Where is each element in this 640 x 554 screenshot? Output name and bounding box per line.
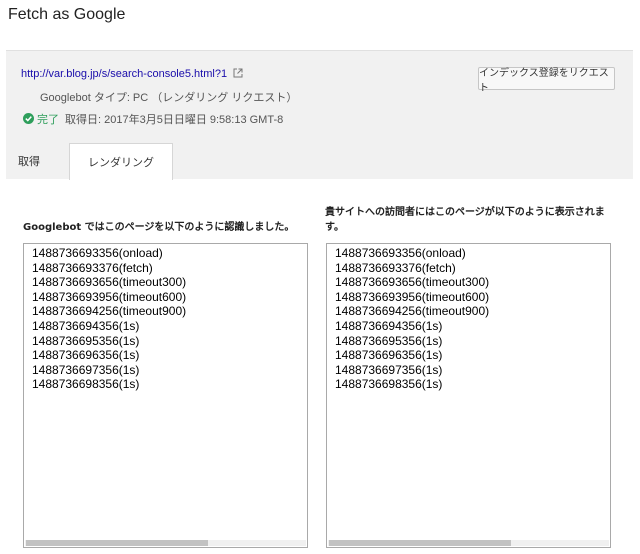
log-line: 1488736697356(1s) <box>32 362 140 377</box>
googlebot-log-list: 1488736693356(onload) 1488736693376(fetc… <box>32 246 186 392</box>
log-line: 1488736698356(1s) <box>335 377 443 392</box>
tab-rendering[interactable]: レンダリング <box>69 143 173 180</box>
log-line: 1488736697356(1s) <box>335 362 443 377</box>
log-line: 1488736693956(timeout600) <box>32 289 187 304</box>
fetched-date: 取得日: 2017年3月5日日曜日 9:58:13 GMT-8 <box>65 114 284 126</box>
log-line: 1488736696356(1s) <box>335 348 443 363</box>
scrollbar-thumb[interactable] <box>329 540 511 546</box>
log-line: 1488736695356(1s) <box>335 333 443 348</box>
external-link-icon[interactable] <box>233 68 243 78</box>
log-line: 1488736693656(timeout300) <box>32 275 187 290</box>
log-line: 1488736694256(timeout900) <box>32 304 187 319</box>
visitor-render-frame[interactable]: 1488736693356(onload) 1488736693376(fetc… <box>326 243 611 548</box>
status-label: 完了 <box>37 114 59 126</box>
scrollbar-thumb[interactable] <box>26 540 208 546</box>
log-line: 1488736693956(timeout600) <box>335 289 490 304</box>
check-circle-icon <box>23 113 34 124</box>
log-line: 1488736695356(1s) <box>32 333 140 348</box>
log-line: 1488736694256(timeout900) <box>335 304 490 319</box>
visitor-log-list: 1488736693356(onload) 1488736693376(fetc… <box>335 246 489 392</box>
fetched-url-link[interactable]: http://var.blog.jp/s/search-console5.htm… <box>21 68 227 80</box>
visitor-view-heading: 貴サイトへの訪問者にはこのページが以下のように表示されます。 <box>325 207 605 233</box>
log-line: 1488736693376(fetch) <box>335 260 456 275</box>
url-row: http://var.blog.jp/s/search-console5.htm… <box>21 68 243 80</box>
log-line: 1488736693376(fetch) <box>32 260 153 275</box>
page-title: Fetch as Google <box>8 6 126 23</box>
fetch-status-row: 完了 取得日: 2017年3月5日日曜日 9:58:13 GMT-8 <box>23 111 283 127</box>
log-line: 1488736698356(1s) <box>32 377 140 392</box>
log-line: 1488736693356(onload) <box>335 246 466 260</box>
log-line: 1488736693356(onload) <box>32 246 163 260</box>
horizontal-scrollbar[interactable] <box>328 540 609 546</box>
fetch-as-google-page: Fetch as Google http://var.blog.jp/s/sea… <box>0 0 640 554</box>
log-line: 1488736693656(timeout300) <box>335 275 490 290</box>
googlebot-view-heading: Googlebot ではこのページを以下のように認識しました。 <box>23 222 295 233</box>
log-line: 1488736696356(1s) <box>32 348 140 363</box>
request-indexing-button[interactable]: インデックス登録をリクエスト <box>478 67 615 94</box>
log-line: 1488736694356(1s) <box>335 318 443 333</box>
tab-fetch[interactable]: 取得 <box>18 143 62 179</box>
horizontal-scrollbar[interactable] <box>25 540 306 546</box>
googlebot-render-frame[interactable]: 1488736693356(onload) 1488736693376(fetc… <box>23 243 308 548</box>
log-line: 1488736694356(1s) <box>32 318 140 333</box>
googlebot-type: Googlebot タイプ: PC （レンダリング リクエスト） <box>40 92 298 104</box>
